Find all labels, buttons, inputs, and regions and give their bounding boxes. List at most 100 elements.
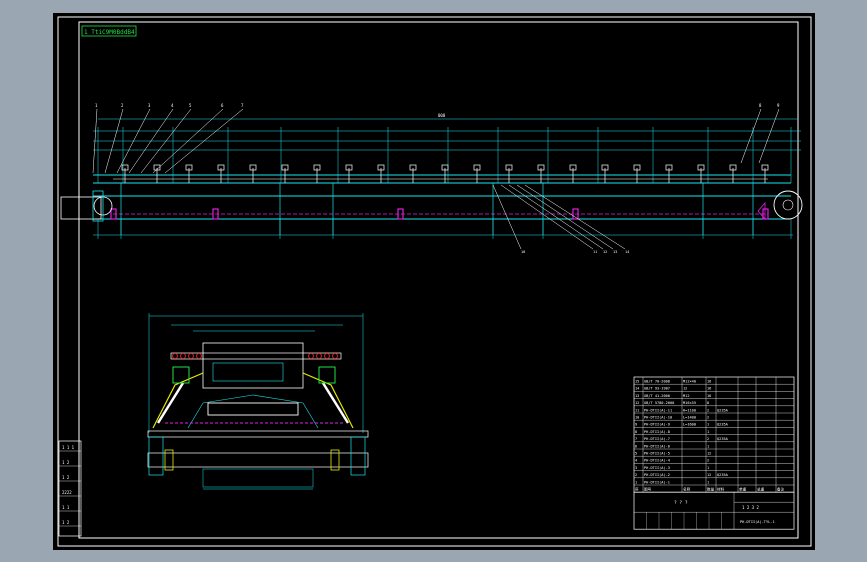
- table-cell: PH-DTII(A)-1: [644, 480, 670, 484]
- table-cell: 12: [707, 452, 711, 456]
- sheet-inner-frame: [78, 21, 799, 539]
- callout-label: 10: [521, 250, 525, 254]
- revision-cell: 1 1: [62, 505, 70, 510]
- callout-label: 4: [171, 103, 174, 108]
- table-cell: 2: [635, 473, 637, 477]
- table-cell: 8: [707, 401, 709, 405]
- revision-block: 1 1 1 1 2 1 2 2222 1 1 1 2: [58, 440, 82, 537]
- table-cell: Q235A: [717, 437, 729, 441]
- bolt: [324, 353, 330, 359]
- callout-label: 7: [241, 103, 244, 108]
- table-header-cell: 材料: [717, 487, 725, 492]
- table-cell: 1: [707, 423, 709, 427]
- table-cell: PH-DTII(A)-6: [644, 444, 670, 448]
- table-cell: 2: [707, 459, 709, 463]
- callout-label: 9: [777, 103, 780, 108]
- table-cell: 9: [635, 423, 637, 427]
- table-cell: 14: [635, 387, 639, 391]
- table-cell: PH-DTII(A)-10: [644, 416, 672, 420]
- drive-unit: [60, 196, 102, 220]
- table-cell: H=1100: [683, 408, 696, 412]
- table-cell: PH-DTII(A)-2: [644, 473, 670, 477]
- table-cell: 2: [707, 408, 709, 412]
- drawing-number: 1 2 3 2: [742, 505, 759, 510]
- table-cell: PH-DTII(A)-5: [644, 452, 670, 456]
- bolt: [188, 353, 194, 359]
- table-cell: 16: [707, 380, 711, 384]
- bolt: [180, 353, 186, 359]
- table-cell: M16×55: [683, 401, 696, 405]
- table-cell: PH-DTII(A)-9: [644, 423, 670, 427]
- callout-label: 14: [625, 250, 629, 254]
- callout-label: 6: [221, 103, 224, 108]
- table-cell: 16: [707, 394, 711, 398]
- callout-label: 5: [189, 103, 192, 108]
- table-header-cell: 备注: [777, 487, 785, 492]
- table-cell: 8: [635, 430, 637, 434]
- table-cell: GB/T 41-2000: [644, 394, 670, 398]
- table-cell: GB/T 5780-2000: [644, 401, 674, 405]
- table-cell: GB/T 70-2008: [644, 380, 670, 384]
- table-header-cell: 图号: [644, 487, 652, 492]
- table-cell: GB/T 93-1987: [644, 387, 670, 391]
- table-cell: PH-DTII(A)-4: [644, 459, 670, 463]
- callout-label: 11: [593, 250, 597, 254]
- parts-table: 15 GB/T 70-2008 M12×40 1614 GB/T 93-1987 12 16…: [633, 376, 795, 530]
- table-cell: 1: [707, 444, 709, 448]
- table-header-cell: 数量: [707, 487, 715, 492]
- revision-cell: 1 2: [62, 460, 70, 465]
- table-cell: 10: [635, 416, 639, 420]
- table-header-cell: 名称: [683, 487, 691, 492]
- bolt: [316, 353, 322, 359]
- table-cell: M12×40: [683, 380, 696, 384]
- table-cell: 4: [635, 459, 637, 463]
- overall-dimension: 000: [438, 113, 446, 118]
- table-cell: PH-DTII(A)-7: [644, 437, 670, 441]
- table-cell: Q235A: [717, 423, 729, 427]
- elevation-view: 000 1 2 3 4 5 6 7 8 9 10 11 12 13 14: [60, 103, 803, 254]
- table-cell: M12: [683, 394, 690, 398]
- table-cell: 2: [707, 416, 709, 420]
- table-cell: L=1600: [683, 423, 696, 427]
- table-cell: PH-DTII(A)-8: [644, 430, 670, 434]
- table-cell: PH-DTII(A)-11: [644, 408, 672, 412]
- bolt: [332, 353, 338, 359]
- table-cell: 2: [707, 437, 709, 441]
- bolt: [172, 353, 178, 359]
- table-cell: 7: [635, 437, 637, 441]
- table-cell: Q235A: [717, 408, 729, 412]
- table-header-cell: 单重: [739, 487, 747, 492]
- table-header-cell: 序: [635, 487, 639, 492]
- table-cell: 5: [635, 452, 637, 456]
- table-cell: 12: [683, 387, 687, 391]
- callout-label: 2: [121, 103, 124, 108]
- title-stamp: 1 TtiC9M0BddB4: [84, 29, 135, 36]
- title-cell: ? ? ?: [674, 500, 688, 506]
- company-name: PH-DTII(A)-TYL-1: [740, 520, 775, 524]
- bolt: [196, 353, 202, 359]
- table-cell: 12: [635, 401, 639, 405]
- revision-cell: 1 2: [62, 520, 70, 525]
- table-cell: PH-DTII(A)-3: [644, 466, 670, 470]
- cad-viewport[interactable]: 1 TtiC9M0BddB4 000 1 2 3 4 5 6 7 8 9 10 …: [53, 13, 815, 550]
- table-cell: Q235A: [717, 473, 729, 477]
- cross-section-view: [147, 313, 369, 490]
- cad-drawing: 1 TtiC9M0BddB4 000 1 2 3 4 5 6 7 8 9 10 …: [57, 16, 812, 547]
- table-cell: L=1400: [683, 416, 696, 420]
- callout-label: 1: [95, 103, 98, 108]
- table-cell: 13: [635, 394, 639, 398]
- table-cell: 1: [707, 480, 709, 484]
- table-cell: 15: [635, 380, 639, 384]
- table-header-cell: 总重: [757, 487, 765, 492]
- sheet-outer-frame: [57, 16, 812, 547]
- bolt: [308, 353, 314, 359]
- table-cell: 11: [635, 408, 639, 412]
- table-cell: 12: [707, 473, 711, 477]
- revision-cell: 1 1 1: [62, 445, 75, 450]
- table-cell: 16: [707, 387, 711, 391]
- callout-label: 12: [603, 250, 607, 254]
- table-cell: 3: [635, 466, 637, 470]
- revision-cell: 1 2: [62, 475, 70, 480]
- callout-label: 13: [613, 250, 617, 254]
- callout-label: 8: [759, 103, 762, 108]
